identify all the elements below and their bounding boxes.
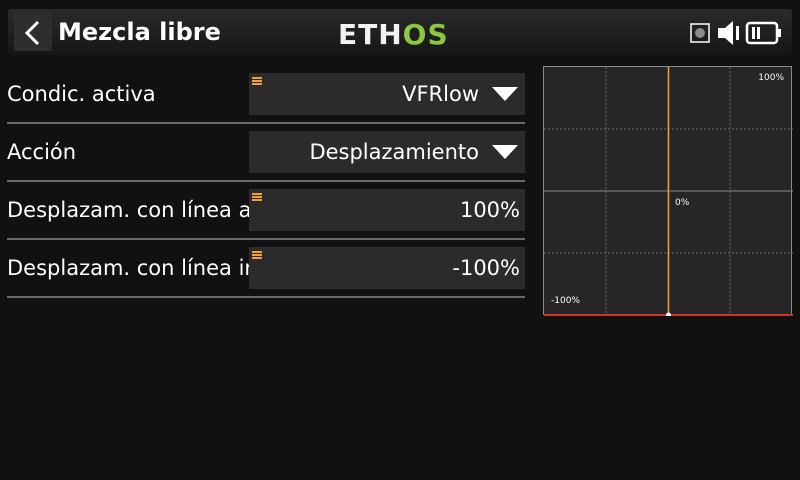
field-value: 100% [459, 198, 520, 222]
sd-card-icon [690, 23, 710, 43]
row-label: Acción [7, 140, 77, 164]
volume-icon [718, 21, 739, 45]
offset-inactive-input[interactable]: -100% [249, 247, 525, 289]
svg-text:ETHOS: ETHOS [338, 19, 449, 47]
chevron-down-icon [492, 145, 518, 159]
back-icon [24, 20, 40, 46]
graph-max-label: 100% [758, 73, 784, 83]
field-value: Desplazamiento [309, 140, 479, 164]
menu-icon [252, 77, 262, 85]
field-value: VFRlow [402, 82, 479, 106]
ethos-logo: ETHOS [338, 19, 449, 47]
offset-active-input[interactable]: 100% [249, 189, 525, 231]
menu-icon [252, 251, 262, 259]
row-offset-inactive: Desplazam. con línea inactiva -100% [0, 240, 525, 298]
back-button[interactable] [14, 13, 52, 51]
row-label: Condic. activa [7, 82, 156, 106]
divider [7, 296, 525, 298]
action-dropdown[interactable]: Desplazamiento [249, 131, 525, 173]
battery-icon [745, 21, 781, 45]
row-condicion-activa: Condic. activa VFRlow [0, 66, 525, 124]
row-offset-active: Desplazam. con línea activa 100% [0, 182, 525, 240]
graph-canvas [544, 67, 793, 316]
graph-center-label: 0% [675, 198, 690, 208]
mix-output-graph: 100% 0% -100% [543, 66, 793, 316]
menu-icon [252, 193, 262, 201]
output-point [666, 312, 671, 316]
row-label: Desplazam. con línea activa [7, 198, 249, 222]
page-title: Mezcla libre [58, 18, 221, 46]
chevron-down-icon [492, 87, 518, 101]
field-value: -100% [452, 256, 520, 280]
row-label: Desplazam. con línea inactiva [7, 256, 249, 280]
graph-min-label: -100% [551, 296, 580, 306]
row-accion: Acción Desplazamiento [0, 124, 525, 182]
top-bar: Mezcla libre ETHOS [8, 9, 792, 55]
condition-dropdown[interactable]: VFRlow [249, 73, 525, 115]
